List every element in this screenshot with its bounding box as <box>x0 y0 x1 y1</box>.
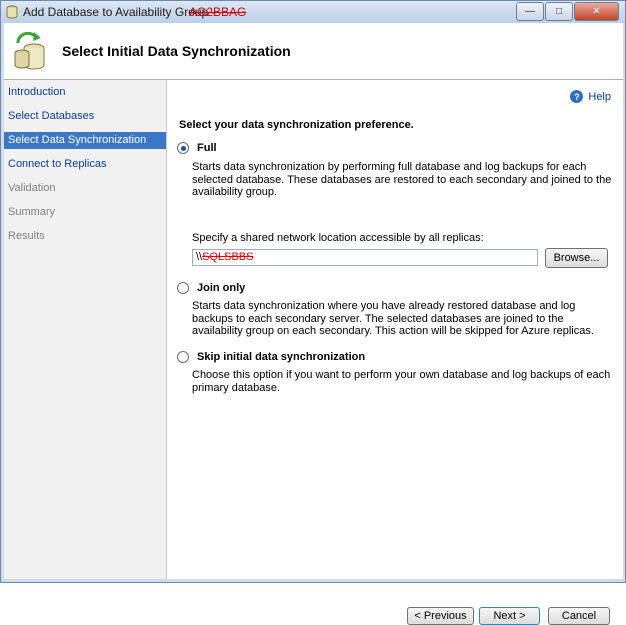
skip-option[interactable]: Skip initial data synchronization <box>177 351 365 363</box>
nav-item-connect-to-replicas[interactable]: Connect to Replicas <box>4 156 166 173</box>
minimize-button[interactable]: — <box>516 2 544 21</box>
join-only-radio[interactable] <box>177 282 189 294</box>
network-share-input[interactable]: \\SQLSBBS <box>192 249 538 266</box>
page-title: Select Initial Data Synchronization <box>62 43 291 59</box>
close-icon: ✕ <box>592 6 601 17</box>
cancel-button[interactable]: Cancel <box>548 607 610 625</box>
skip-description: Choose this option if you want to perfor… <box>192 369 611 394</box>
title-bar[interactable]: Add Database to Availability Group - AG2… <box>1 1 625 23</box>
join-only-description: Starts data synchronization where you ha… <box>192 300 594 337</box>
nav-item-results: Results <box>8 230 45 242</box>
database-sync-icon <box>14 31 45 70</box>
maximize-button[interactable]: □ <box>545 2 573 21</box>
skip-radio[interactable] <box>177 351 189 363</box>
full-label: Full <box>197 142 217 154</box>
share-redacted: SQLSBBS <box>202 251 254 263</box>
client-area: Select Initial Data Synchronization Intr… <box>4 23 623 625</box>
main-panel: ? Help Select your data synchronization … <box>167 80 623 625</box>
join-only-label: Join only <box>197 282 246 294</box>
nav-item-introduction[interactable]: Introduction <box>4 84 166 101</box>
wizard-window: Add Database to Availability Group - AG2… <box>0 0 626 625</box>
section-heading: Select your data synchronization prefere… <box>179 119 414 131</box>
skip-label: Skip initial data synchronization <box>197 351 366 363</box>
wizard-nav: Introduction Select Databases Select Dat… <box>4 80 167 579</box>
caption-buttons: — □ ✕ <box>515 2 619 21</box>
full-description: Starts data synchronization by performin… <box>192 161 612 198</box>
database-icon <box>6 5 18 19</box>
close-button[interactable]: ✕ <box>574 2 619 21</box>
nav-item-select-data-synchronization[interactable]: Select Data Synchronization <box>4 132 166 149</box>
previous-button[interactable]: < Previous <box>407 607 474 625</box>
nav-item-select-databases[interactable]: Select Databases <box>4 108 166 125</box>
full-radio[interactable] <box>177 142 189 154</box>
join-only-option[interactable]: Join only <box>177 282 245 294</box>
window-title: Add Database to Availability Group - <box>23 5 216 19</box>
help-link[interactable]: ? Help <box>570 90 611 103</box>
next-button[interactable]: Next > <box>479 607 540 625</box>
help-icon: ? <box>570 90 584 103</box>
browse-button[interactable]: Browse... <box>545 248 608 268</box>
minimize-icon: — <box>525 6 535 17</box>
maximize-icon: □ <box>555 6 563 17</box>
nav-item-summary: Summary <box>8 206 56 218</box>
header-banner: Select Initial Data Synchronization <box>4 23 623 80</box>
full-option[interactable]: Full <box>177 142 217 154</box>
help-label: Help <box>588 90 611 103</box>
window-title-redacted: AG2BBAG <box>189 5 247 19</box>
nav-item-validation: Validation <box>8 182 56 194</box>
share-label: Specify a shared network location access… <box>192 232 484 244</box>
